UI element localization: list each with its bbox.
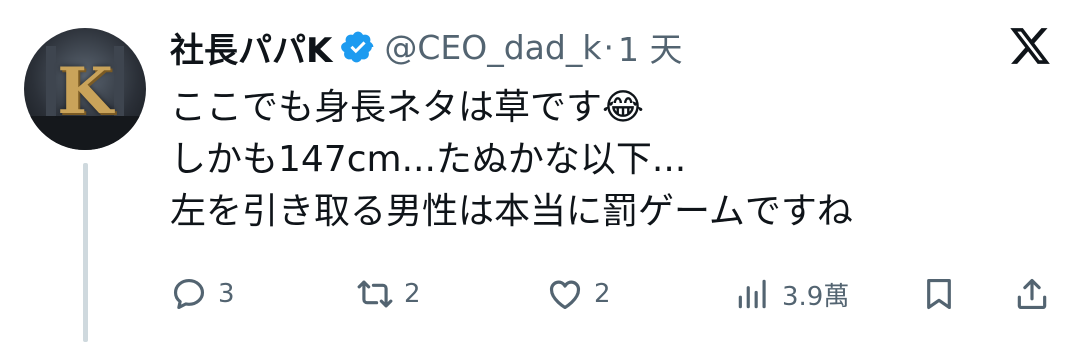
views-icon bbox=[738, 279, 766, 309]
action-bar: 3 2 2 3.9萬 bbox=[0, 268, 1080, 320]
verified-badge-icon bbox=[341, 31, 374, 63]
avatar-k-logo: K bbox=[57, 54, 113, 129]
reply-button[interactable]: 3 bbox=[170, 268, 235, 320]
tweet-header: 社長パパK @CEO_dad_k · 1 天 bbox=[170, 23, 683, 72]
separator-dot: · bbox=[603, 27, 614, 67]
author-name[interactable]: 社長パパK bbox=[170, 23, 332, 72]
views-button[interactable]: 3.9萬 bbox=[734, 268, 849, 320]
tweet-time[interactable]: 1 天 bbox=[618, 23, 683, 71]
bookmark-button[interactable] bbox=[920, 268, 958, 320]
avatar[interactable]: K bbox=[24, 28, 146, 150]
author-handle[interactable]: @CEO_dad_k bbox=[384, 28, 601, 67]
like-count: 2 bbox=[594, 279, 611, 309]
share-button[interactable] bbox=[1013, 268, 1051, 320]
views-count: 3.9萬 bbox=[782, 281, 850, 312]
reply-icon bbox=[173, 278, 205, 310]
tweet-line: しかも147cm...たぬかな以下... bbox=[170, 139, 687, 180]
heart-icon bbox=[549, 280, 581, 310]
tweet-text: ここでも身長ネタは草です😂 しかも147cm...たぬかな以下... 左を引き取… bbox=[170, 82, 853, 238]
bookmark-icon bbox=[927, 278, 951, 310]
retweet-icon bbox=[357, 280, 393, 308]
tweet-line: ここでも身長ネタは草です😂 bbox=[170, 87, 645, 128]
reply-count: 3 bbox=[218, 279, 235, 309]
share-icon bbox=[1017, 278, 1047, 310]
retweet-button[interactable]: 2 bbox=[356, 268, 421, 320]
tweet-line: 左を引き取る男性は本当に罰ゲームですね bbox=[170, 191, 853, 232]
retweet-count: 2 bbox=[404, 279, 421, 309]
like-button[interactable]: 2 bbox=[546, 268, 611, 320]
x-logo-icon[interactable] bbox=[1006, 24, 1054, 68]
